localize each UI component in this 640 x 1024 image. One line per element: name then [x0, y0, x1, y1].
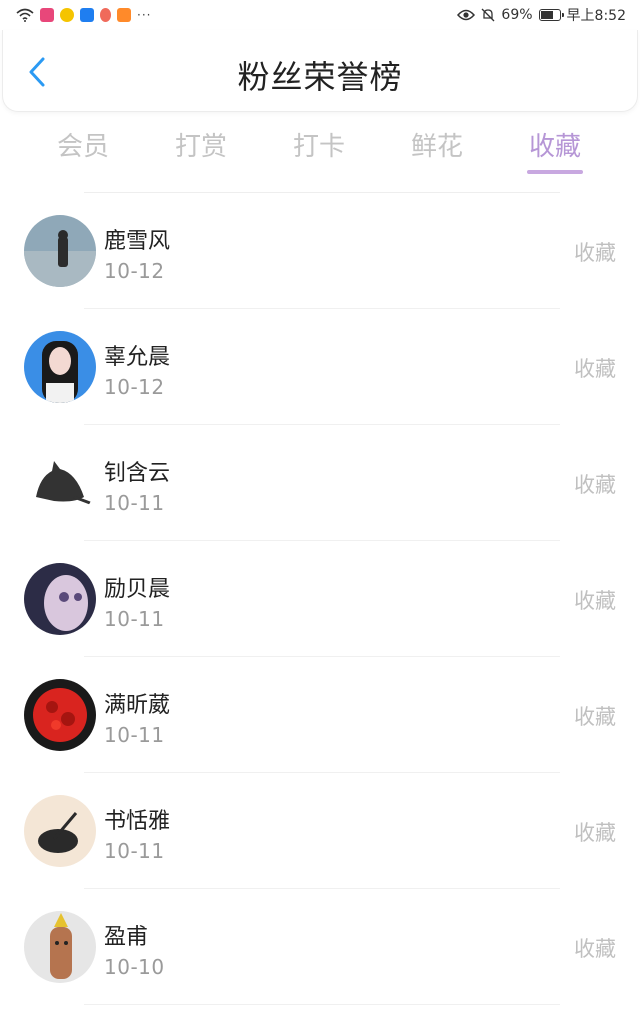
app-notification-icon	[100, 8, 111, 22]
action-label: 收藏	[574, 473, 616, 497]
fan-name: 钊含云	[104, 461, 171, 486]
action-label: 收藏	[574, 821, 616, 845]
list-item[interactable]: 书恬雅 10-11 收藏	[24, 773, 616, 889]
mute-bell-icon	[481, 8, 495, 22]
status-icons-left: ···	[16, 8, 151, 22]
fan-name: 辜允晨	[104, 345, 171, 370]
status-bar: ··· 69% 早上8:52	[0, 0, 640, 30]
avatar[interactable]	[24, 911, 96, 983]
avatar[interactable]	[24, 679, 96, 751]
app-notification-icon	[117, 8, 131, 22]
more-notifications-icon: ···	[137, 8, 152, 22]
list-item[interactable]: 鹿雪风 10-12 收藏	[24, 193, 616, 309]
tab-favorites[interactable]: 收藏	[496, 120, 614, 180]
fan-date: 10-10	[104, 955, 165, 979]
action-label: 收藏	[574, 705, 616, 729]
avatar[interactable]	[24, 563, 96, 635]
avatar[interactable]	[24, 331, 96, 403]
clock: 早上8:52	[566, 8, 626, 24]
tab-label: 打卡	[292, 132, 345, 162]
action-label: 收藏	[574, 357, 616, 381]
avatar[interactable]	[24, 795, 96, 867]
fan-date: 10-11	[104, 607, 165, 631]
tab-label: 会员	[56, 132, 109, 162]
fan-date: 10-11	[104, 723, 165, 747]
fan-date: 10-11	[104, 839, 165, 863]
list-item[interactable]: 满昕葳 10-11 收藏	[24, 657, 616, 773]
tab-label: 鲜花	[410, 132, 463, 162]
tab-flowers[interactable]: 鲜花	[378, 120, 496, 180]
list-item[interactable]: 励贝晨 10-11 收藏	[24, 541, 616, 657]
fan-name: 盈甫	[104, 925, 149, 950]
app-notification-icon	[80, 8, 94, 22]
header-bar: 粉丝荣誉榜	[2, 30, 638, 112]
fan-name: 励贝晨	[104, 577, 171, 602]
list-item[interactable]: 钊含云 10-11 收藏	[24, 425, 616, 541]
tab-checkin[interactable]: 打卡	[260, 120, 378, 180]
fan-name: 书恬雅	[104, 809, 171, 834]
avatar[interactable]	[24, 447, 96, 519]
action-label: 收藏	[574, 589, 616, 613]
tab-membership[interactable]: 会员	[24, 120, 142, 180]
eye-icon	[457, 9, 476, 21]
list-item[interactable]: 辜允晨 10-12 收藏	[24, 309, 616, 425]
wifi-icon	[16, 8, 34, 22]
tab-label: 打赏	[174, 132, 227, 162]
battery-icon	[538, 9, 564, 21]
action-label: 收藏	[574, 241, 616, 265]
fan-date: 10-11	[104, 491, 165, 515]
page-title: 粉丝荣誉榜	[237, 58, 403, 96]
fan-date: 10-12	[104, 259, 165, 283]
app-notification-icon	[40, 8, 54, 22]
fan-name: 鹿雪风	[104, 229, 171, 254]
status-icons-right: 69% 早上8:52	[457, 5, 626, 25]
tab-label: 收藏	[528, 132, 581, 162]
avatar[interactable]	[24, 215, 96, 287]
app-notification-icon	[60, 8, 74, 22]
fan-name: 满昕葳	[104, 693, 171, 718]
active-tab-indicator	[527, 170, 583, 174]
action-label: 收藏	[574, 937, 616, 961]
tab-tips[interactable]: 打赏	[142, 120, 260, 180]
list-item[interactable]: 盈甫 10-10 收藏	[24, 889, 616, 1005]
tab-bar: 会员 打赏 打卡 鲜花 收藏	[24, 120, 614, 180]
fan-date: 10-12	[104, 375, 165, 399]
fan-list: 鹿雪风 10-12 收藏 辜允晨 10-12 收藏 钊含云 10-11 收藏 励…	[0, 192, 640, 1005]
battery-percent: 69%	[501, 7, 533, 23]
